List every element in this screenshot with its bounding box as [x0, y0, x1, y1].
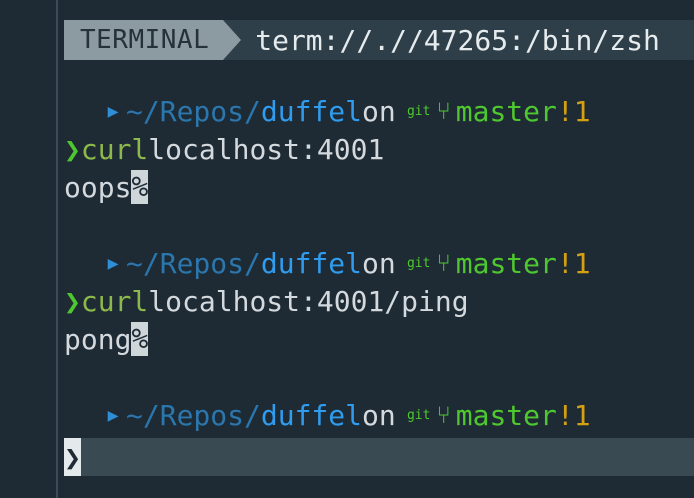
- folder-icon: ▶: [107, 100, 119, 122]
- current-input-line[interactable]: [64, 438, 694, 476]
- git-branch-icon: ⑂: [436, 401, 451, 429]
- git-branch-icon: ⑂: [436, 249, 451, 277]
- git-status: !1: [556, 94, 591, 128]
- command-output: oops: [64, 170, 132, 204]
- folder-icon: ▶: [107, 252, 119, 274]
- cursor[interactable]: ❯: [64, 438, 81, 476]
- command-args: localhost:4001/ping: [148, 284, 469, 318]
- path-prefix: ~/Repos/: [126, 398, 261, 432]
- git-icon: git: [406, 103, 431, 119]
- on-label: on: [362, 246, 396, 280]
- on-label: on: [362, 94, 396, 128]
- command-name: curl: [80, 284, 149, 318]
- git-icon: git: [406, 255, 431, 271]
- folder-icon: ▶: [107, 404, 119, 426]
- prompt-char: ❯: [64, 132, 81, 166]
- path-dir: duffel: [260, 246, 363, 280]
- path-prefix: ~/Repos/: [126, 94, 261, 128]
- on-label: on: [362, 398, 396, 432]
- command-line: ❯ curl localhost:4001: [64, 130, 694, 168]
- branch-name: master: [455, 398, 557, 432]
- prompt-line: ▶ ~/Repos/duffel on git ⑂ master !1: [64, 92, 694, 130]
- branch-name: master: [455, 94, 557, 128]
- terminal-statusline: TERMINAL term://.//47265:/bin/zsh: [64, 20, 694, 60]
- path-dir: duffel: [260, 398, 363, 432]
- terminal-buffer-name: term://.//47265:/bin/zsh: [255, 23, 660, 57]
- prompt-line: ▶ ~/Repos/duffel on git ⑂ master !1: [64, 396, 694, 434]
- prompt-line: ▶ ~/Repos/duffel on git ⑂ master !1: [64, 244, 694, 282]
- command-output: pong: [64, 322, 132, 356]
- command-args: localhost:4001: [148, 132, 385, 166]
- git-branch-icon: ⑂: [436, 97, 451, 125]
- path-prefix: ~/Repos/: [126, 246, 261, 280]
- branch-name: master: [455, 246, 557, 280]
- prompt-char: ❯: [64, 284, 81, 318]
- git-status: !1: [556, 398, 591, 432]
- eol-marker: %: [131, 322, 149, 356]
- command-line: ❯ curl localhost:4001/ping: [64, 282, 694, 320]
- eol-marker: %: [131, 170, 149, 204]
- gutter-divider: [56, 0, 58, 498]
- path-dir: duffel: [260, 94, 363, 128]
- output-line: pong%: [64, 320, 694, 358]
- mode-indicator: TERMINAL: [64, 20, 242, 60]
- git-icon: git: [406, 407, 431, 423]
- output-line: oops%: [64, 168, 694, 206]
- git-status: !1: [556, 246, 591, 280]
- command-name: curl: [80, 132, 149, 166]
- terminal-window[interactable]: TERMINAL term://.//47265:/bin/zsh ▶ ~/Rep…: [0, 0, 694, 498]
- terminal-buffer[interactable]: ▶ ~/Repos/duffel on git ⑂ master !1 ❯ curl …: [64, 92, 694, 434]
